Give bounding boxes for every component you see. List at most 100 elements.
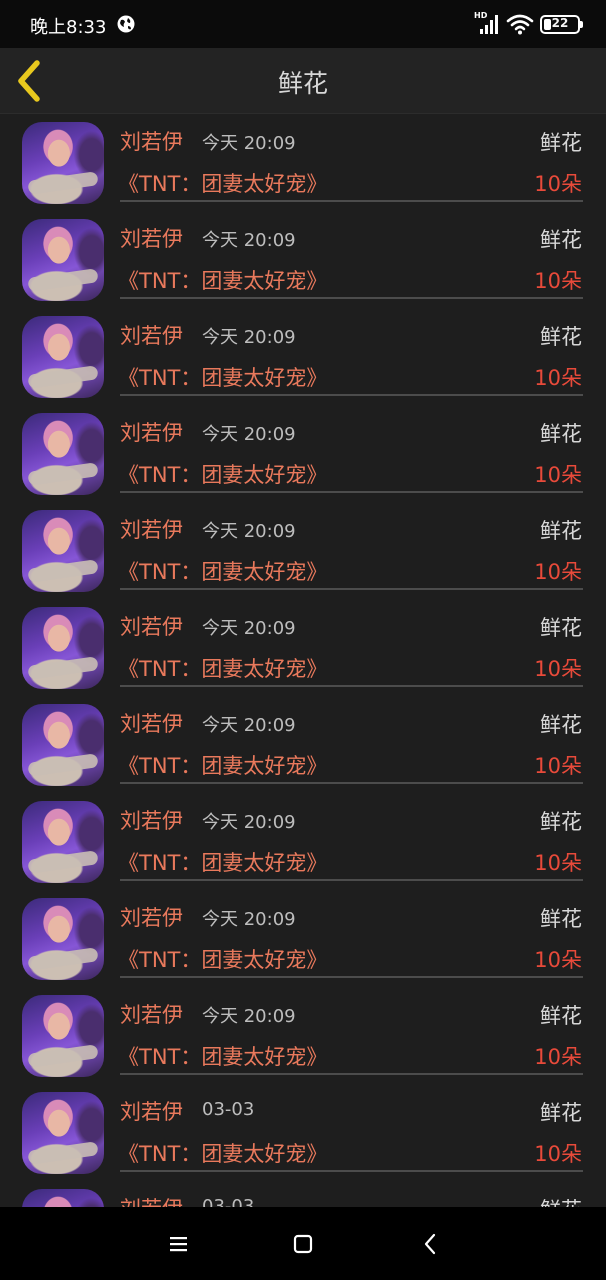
sender-name[interactable]: 刘若伊: [120, 805, 183, 835]
book-title[interactable]: 《TNT：团妻太好宠》: [118, 1041, 327, 1071]
status-bar: 晚上8:33 HD 22: [0, 0, 606, 48]
network-type: HD: [474, 11, 488, 20]
avatar[interactable]: [22, 801, 104, 883]
list-item[interactable]: 刘若伊 03-03 鲜花《TNT：团妻太好宠》 10朵: [0, 1084, 606, 1181]
gift-type: 鲜花: [540, 810, 582, 834]
list-item[interactable]: 刘若伊 今天 20:09 鲜花《TNT：团妻太好宠》 10朵: [0, 987, 606, 1084]
gift-count: 10朵: [534, 1045, 582, 1069]
avatar[interactable]: [22, 316, 104, 398]
send-time: 今天 20:09: [202, 909, 296, 930]
send-time: 今天 20:09: [202, 1006, 296, 1027]
send-time: 今天 20:09: [202, 327, 296, 348]
avatar[interactable]: [22, 1092, 104, 1174]
book-title[interactable]: 《TNT：团妻太好宠》: [118, 1138, 327, 1168]
globe-icon: [117, 15, 135, 33]
gift-count: 10朵: [534, 560, 582, 584]
list-item[interactable]: 刘若伊 今天 20:09 鲜花 《TNT：团妻太好宠》 10朵: [0, 696, 606, 793]
divider: [120, 685, 583, 687]
send-time: 今天 20:09: [202, 715, 296, 736]
avatar[interactable]: [22, 122, 104, 204]
page-title: 鲜花: [277, 69, 328, 98]
gift-count: 10朵: [534, 269, 582, 293]
book-title[interactable]: 《TNT：团妻太好宠》: [118, 362, 327, 392]
list-item[interactable]: 刘若伊 今天 20:09 鲜花《TNT：团妻太好宠》 10朵: [0, 793, 606, 890]
gift-type: 鲜花: [540, 1194, 582, 1207]
gift-count: 10朵: [534, 948, 582, 972]
sender-name[interactable]: 刘若伊: [120, 417, 183, 447]
book-title[interactable]: 《TNT：团妻太好宠》: [118, 168, 327, 198]
sender-name[interactable]: 刘若伊: [120, 611, 183, 641]
book-title[interactable]: 《TNT：团妻太好宠》: [118, 944, 327, 974]
list-item[interactable]: 刘若伊 今天 20:09 鲜花《TNT：团妻太好宠》 10朵: [0, 211, 606, 308]
list-item[interactable]: 刘若伊 今天 20:09 鲜花《TNT：团妻太好宠》 10朵: [0, 502, 606, 599]
avatar[interactable]: [22, 1189, 104, 1207]
send-time: 03-03: [202, 1196, 255, 1207]
sender-name[interactable]: 刘若伊: [120, 320, 183, 350]
system-nav-bar: [0, 1207, 606, 1280]
sender-name[interactable]: 刘若伊: [120, 126, 183, 156]
gift-count: 10朵: [534, 657, 582, 681]
send-time: 今天 20:09: [202, 424, 296, 445]
book-title[interactable]: 《TNT：团妻太好宠》: [118, 847, 327, 877]
divider: [120, 976, 583, 978]
battery-icon: 22: [540, 15, 580, 34]
avatar[interactable]: [22, 510, 104, 592]
send-time: 今天 20:09: [202, 133, 296, 154]
sender-name[interactable]: 刘若伊: [120, 708, 183, 738]
avatar[interactable]: [22, 704, 104, 786]
list-item[interactable]: 刘若伊03-03鲜花《TNT：团妻太好宠》10朵: [0, 1181, 606, 1207]
send-time: 今天 20:09: [202, 521, 296, 542]
avatar[interactable]: [22, 607, 104, 689]
divider: [120, 297, 583, 299]
list-item[interactable]: 刘若伊 今天 20:09 鲜花 《TNT：团妻太好宠》 10朵: [0, 599, 606, 696]
avatar[interactable]: [22, 995, 104, 1077]
gift-type: 鲜花: [540, 1101, 582, 1125]
wifi-icon: [506, 14, 534, 35]
sender-name[interactable]: 刘若伊: [120, 1193, 183, 1207]
book-title[interactable]: 《TNT：团妻太好宠》: [118, 750, 327, 780]
sender-name[interactable]: 刘若伊: [120, 1096, 183, 1126]
sender-name[interactable]: 刘若伊: [120, 999, 183, 1029]
gift-type: 鲜花: [540, 422, 582, 446]
list-item[interactable]: 刘若伊 今天 20:09 鲜花 《TNT：团妻太好宠》 10朵: [0, 308, 606, 405]
gift-count: 10朵: [534, 1142, 582, 1166]
avatar[interactable]: [22, 898, 104, 980]
gift-list[interactable]: 刘若伊 今天 20:09 鲜花 《TNT：团妻太好宠》 10朵 刘若伊 今天 20:09 鲜花…: [0, 114, 606, 1207]
list-item[interactable]: 刘若伊 今天 20:09 鲜花《TNT：团妻太好宠》 10朵: [0, 114, 606, 211]
back-icon[interactable]: [418, 1231, 442, 1257]
sender-name[interactable]: 刘若伊: [120, 223, 183, 253]
send-time: 今天 20:09: [202, 618, 296, 639]
book-title[interactable]: 《TNT：团妻太好宠》: [118, 265, 327, 295]
send-time: 今天 20:09: [202, 230, 296, 251]
send-time: 03-03: [202, 1099, 255, 1120]
divider: [120, 491, 583, 493]
header: 鲜花: [0, 48, 606, 114]
gift-type: 鲜花: [540, 1004, 582, 1028]
divider: [120, 394, 583, 396]
list-item[interactable]: 刘若伊 今天 20:09 鲜花《TNT：团妻太好宠》 10朵: [0, 405, 606, 502]
battery-tip: [580, 21, 583, 28]
book-title[interactable]: 《TNT：团妻太好宠》: [118, 556, 327, 586]
gift-type: 鲜花: [540, 131, 582, 155]
book-title[interactable]: 《TNT：团妻太好宠》: [118, 653, 327, 683]
gift-type: 鲜花: [540, 519, 582, 543]
avatar[interactable]: [22, 219, 104, 301]
gift-count: 10朵: [534, 463, 582, 487]
sender-name[interactable]: 刘若伊: [120, 902, 183, 932]
menu-icon[interactable]: [166, 1233, 192, 1255]
gift-count: 10朵: [534, 851, 582, 875]
divider: [120, 782, 583, 784]
avatar[interactable]: [22, 413, 104, 495]
gift-count: 10朵: [534, 172, 582, 196]
divider: [120, 588, 583, 590]
gift-type: 鲜花: [540, 228, 582, 252]
book-title[interactable]: 《TNT：团妻太好宠》: [118, 459, 327, 489]
home-icon[interactable]: [291, 1232, 315, 1256]
gift-type: 鲜花: [540, 713, 582, 737]
battery-percent: 22: [551, 16, 569, 30]
divider: [120, 200, 583, 202]
sender-name[interactable]: 刘若伊: [120, 514, 183, 544]
list-item[interactable]: 刘若伊 今天 20:09 鲜花 《TNT：团妻太好宠》 10朵: [0, 890, 606, 987]
send-time: 今天 20:09: [202, 812, 296, 833]
gift-count: 10朵: [534, 366, 582, 390]
